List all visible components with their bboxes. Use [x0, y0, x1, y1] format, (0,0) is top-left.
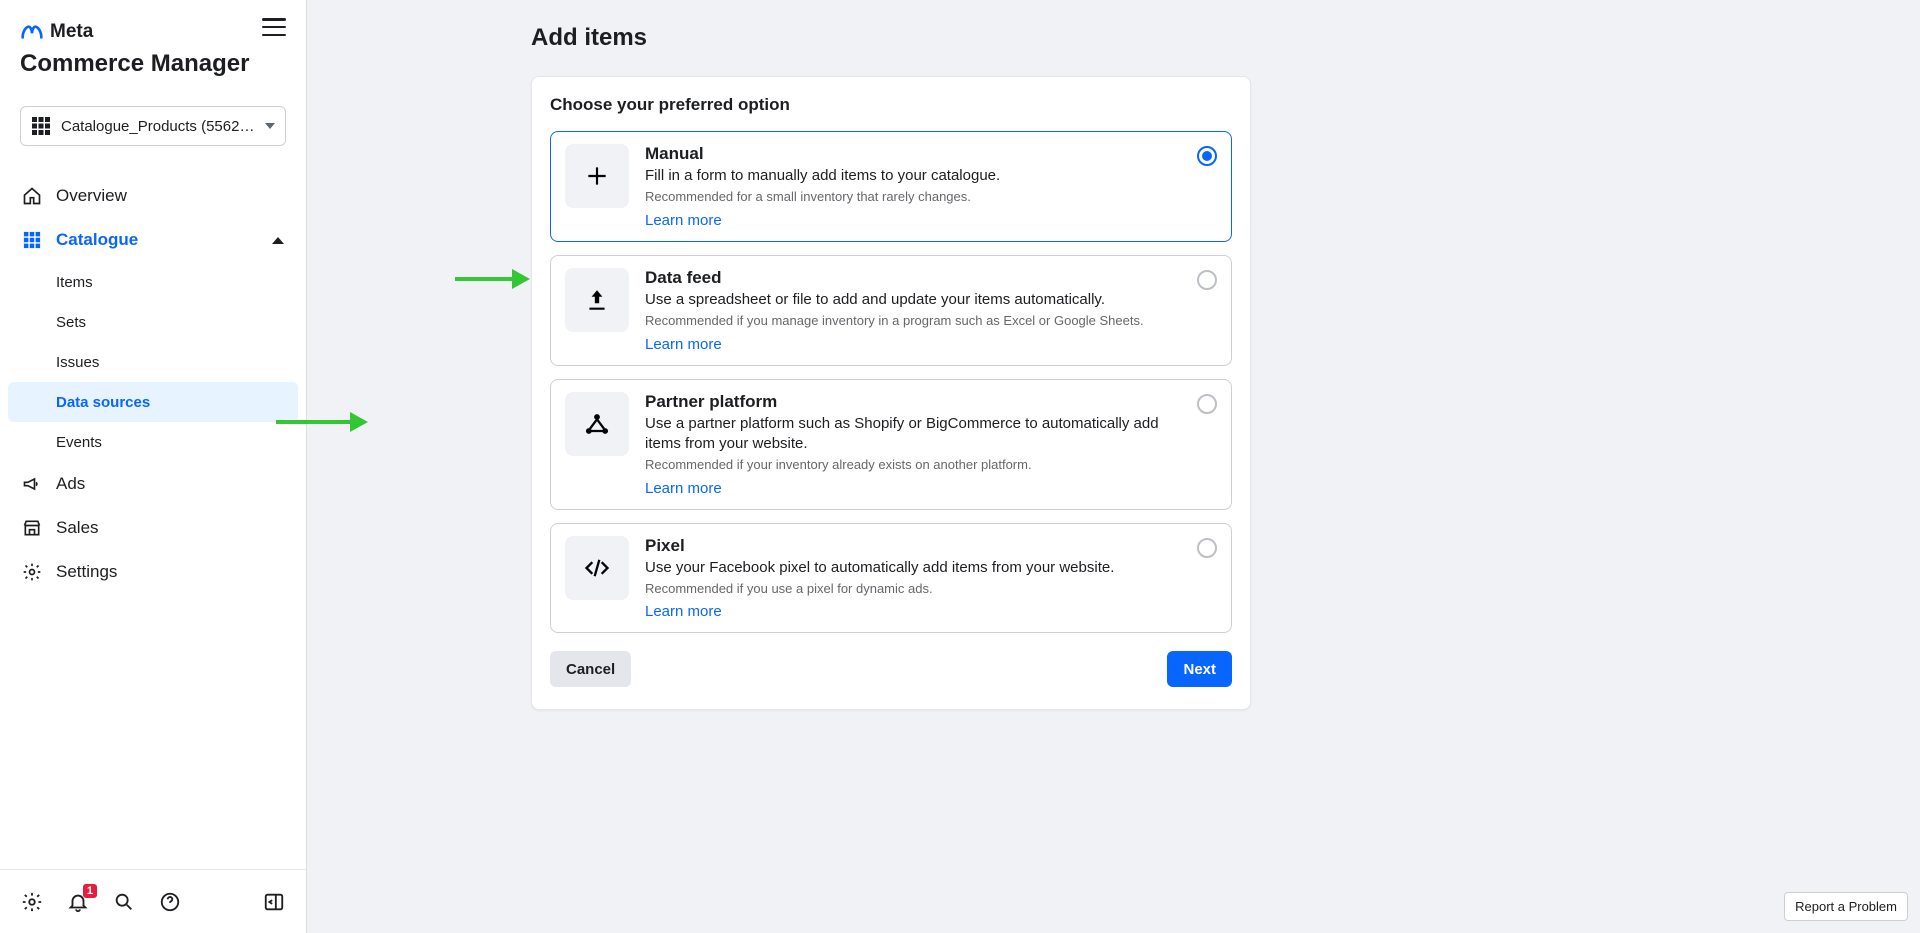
sidebar-item-label: Ads — [56, 474, 85, 494]
option-desc: Use a spreadsheet or file to add and upd… — [645, 290, 1187, 310]
option-desc: Use your Facebook pixel to automatically… — [645, 558, 1187, 578]
search-icon[interactable] — [112, 890, 136, 914]
catalogue-selector[interactable]: Catalogue_Products (556241… — [20, 106, 286, 146]
sidebar-item-settings[interactable]: Settings — [8, 550, 298, 594]
help-icon[interactable] — [158, 890, 182, 914]
sidebar-sub-label: Sets — [56, 314, 86, 331]
chevron-down-icon — [265, 123, 275, 129]
sidebar-sub-issues[interactable]: Issues — [8, 342, 298, 382]
megaphone-icon — [22, 474, 42, 494]
storefront-icon — [22, 518, 42, 538]
option-title: Manual — [645, 144, 1187, 164]
sidebar-bottom-bar: 1 — [0, 869, 306, 933]
options-card: Choose your preferred option Manual Fill… — [531, 76, 1251, 710]
sidebar-sub-label: Issues — [56, 354, 99, 371]
sidebar-sub-label: Items — [56, 274, 93, 291]
option-sub: Recommended if you use a pixel for dynam… — [645, 580, 1187, 598]
grid-small-icon — [22, 230, 42, 250]
sidebar-sub-label: Data sources — [56, 394, 150, 411]
upload-icon — [565, 268, 629, 332]
home-icon — [22, 186, 42, 206]
option-title: Pixel — [645, 536, 1187, 556]
option-data-feed[interactable]: Data feed Use a spreadsheet or file to a… — [550, 255, 1232, 366]
learn-more-link[interactable]: Learn more — [645, 480, 722, 497]
app-title: Commerce Manager — [20, 50, 286, 78]
sidebar-sub-sets[interactable]: Sets — [8, 302, 298, 342]
sidebar-sub-events[interactable]: Events — [8, 422, 298, 462]
option-manual[interactable]: Manual Fill in a form to manually add it… — [550, 131, 1232, 242]
sidebar-item-label: Catalogue — [56, 230, 138, 250]
option-sub: Recommended for a small inventory that r… — [645, 188, 1187, 206]
sidebar-sub-data-sources[interactable]: Data sources — [8, 382, 298, 422]
option-sub: Recommended if your inventory already ex… — [645, 456, 1187, 474]
code-icon — [565, 536, 629, 600]
sidebar-item-catalogue[interactable]: Catalogue — [8, 218, 298, 262]
option-desc: Fill in a form to manually add items to … — [645, 166, 1187, 186]
option-desc: Use a partner platform such as Shopify o… — [645, 414, 1187, 455]
option-title: Data feed — [645, 268, 1187, 288]
radio-icon[interactable] — [1197, 394, 1217, 414]
sidebar: Meta Commerce Manager Catalogue_Products… — [0, 0, 307, 933]
meta-logo-icon — [20, 20, 44, 44]
card-actions: Cancel Next — [550, 651, 1232, 687]
option-partner-platform[interactable]: Partner platform Use a partner platform … — [550, 379, 1232, 510]
page-title: Add items — [531, 24, 1251, 52]
hamburger-menu-icon[interactable] — [262, 18, 286, 36]
gear-icon — [22, 562, 42, 582]
option-pixel[interactable]: Pixel Use your Facebook pixel to automat… — [550, 523, 1232, 634]
brand: Meta — [20, 20, 286, 44]
learn-more-link[interactable]: Learn more — [645, 336, 722, 353]
sidebar-sub-items[interactable]: Items — [8, 262, 298, 302]
radio-selected-icon[interactable] — [1197, 146, 1217, 166]
gear-icon[interactable] — [20, 890, 44, 914]
sidebar-item-label: Sales — [56, 518, 99, 538]
cancel-button[interactable]: Cancel — [550, 651, 631, 687]
radio-icon[interactable] — [1197, 270, 1217, 290]
learn-more-link[interactable]: Learn more — [645, 212, 722, 229]
sidebar-header: Meta Commerce Manager Catalogue_Products… — [0, 0, 306, 174]
report-problem-button[interactable]: Report a Problem — [1784, 892, 1908, 921]
learn-more-link[interactable]: Learn more — [645, 603, 722, 620]
bell-icon[interactable]: 1 — [66, 890, 90, 914]
radio-icon[interactable] — [1197, 538, 1217, 558]
network-icon — [565, 392, 629, 456]
main-area: Add items Choose your preferred option M… — [307, 0, 1920, 933]
sidebar-item-overview[interactable]: Overview — [8, 174, 298, 218]
sidebar-item-ads[interactable]: Ads — [8, 462, 298, 506]
brand-name: Meta — [50, 21, 93, 43]
grid-icon — [31, 116, 51, 136]
option-title: Partner platform — [645, 392, 1187, 412]
content: Add items Choose your preferred option M… — [531, 0, 1251, 710]
plus-icon — [565, 144, 629, 208]
option-sub: Recommended if you manage inventory in a… — [645, 312, 1187, 330]
sidebar-item-label: Overview — [56, 186, 127, 206]
sidebar-nav: Overview Catalogue Items Sets Issues Dat… — [0, 174, 306, 594]
catalogue-selector-label: Catalogue_Products (556241… — [61, 118, 255, 135]
notification-badge: 1 — [83, 884, 97, 898]
sidebar-sub-label: Events — [56, 434, 102, 451]
section-heading: Choose your preferred option — [550, 95, 1232, 115]
chevron-up-icon — [272, 237, 284, 244]
sidebar-item-label: Settings — [56, 562, 117, 582]
next-button[interactable]: Next — [1167, 651, 1232, 687]
panel-collapse-icon[interactable] — [262, 890, 286, 914]
sidebar-item-sales[interactable]: Sales — [8, 506, 298, 550]
